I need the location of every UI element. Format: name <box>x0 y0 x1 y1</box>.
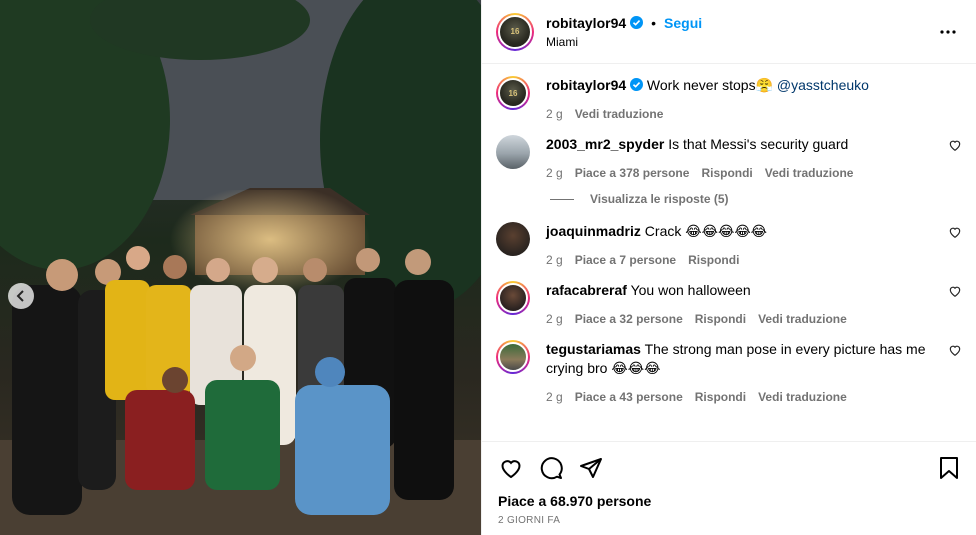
commenter-avatar[interactable] <box>496 222 530 256</box>
commenter-avatar[interactable] <box>496 135 530 169</box>
heart-icon <box>501 459 521 478</box>
comment-time[interactable]: 2 g <box>546 253 563 267</box>
comment-username[interactable]: 2003_mr2_spyder <box>546 136 664 152</box>
comment-likes[interactable]: Piace a 32 persone <box>575 312 683 326</box>
reply-button[interactable]: Rispondi <box>701 166 752 180</box>
follow-button[interactable]: Segui <box>664 15 702 31</box>
more-options-button[interactable] <box>936 20 960 44</box>
comment-time[interactable]: 2 g <box>546 312 563 326</box>
heart-icon[interactable] <box>948 284 962 298</box>
comment-time[interactable]: 2 g <box>546 390 563 404</box>
replies-line <box>550 198 574 200</box>
post-side-panel: 16 robitaylor94 • Segui Miami 16 robitay… <box>481 0 976 535</box>
comment-item: 2003_mr2_spyder Is that Messi's security… <box>496 135 962 180</box>
group-photo-illustration <box>0 0 481 535</box>
view-replies-label: Visualizza le risposte (5) <box>590 192 729 206</box>
heart-icon[interactable] <box>948 138 962 152</box>
comment-username[interactable]: tegustariamas <box>546 341 641 357</box>
bookmark-icon <box>940 456 958 479</box>
share-button[interactable] <box>578 455 604 481</box>
commenter-avatar[interactable] <box>496 340 530 374</box>
comment-item: tegustariamas The strong man pose in eve… <box>496 340 962 404</box>
comment-text: Is that Messi's security guard <box>668 136 849 152</box>
comment-likes[interactable]: Piace a 43 persone <box>575 390 683 404</box>
post-photo[interactable] <box>0 0 481 535</box>
more-options-icon <box>940 29 956 34</box>
likes-count[interactable]: Piace a 68.970 persone <box>482 493 976 515</box>
caption-avatar[interactable]: 16 <box>496 76 530 110</box>
post-actions-bar <box>482 441 976 493</box>
caption-time[interactable]: 2 g <box>546 107 563 121</box>
reply-button[interactable]: Rispondi <box>688 253 739 267</box>
translate-button[interactable]: Vedi traduzione <box>758 390 847 404</box>
reply-button[interactable]: Rispondi <box>695 312 746 326</box>
post-header: 16 robitaylor94 • Segui Miami <box>482 0 976 64</box>
verified-badge-icon <box>630 16 644 29</box>
save-button[interactable] <box>936 455 962 481</box>
author-avatar[interactable]: 16 <box>496 12 534 51</box>
caption-username[interactable]: robitaylor94 <box>546 77 626 93</box>
comment-likes[interactable]: Piace a 378 persone <box>575 166 690 180</box>
comment-username[interactable]: rafacabreraf <box>546 282 627 298</box>
caption-text: Work never stops😤 <box>646 77 774 93</box>
reply-button[interactable]: Rispondi <box>695 390 746 404</box>
separator-dot: • <box>651 14 657 31</box>
post-location[interactable]: Miami <box>546 35 936 49</box>
caption-mention[interactable]: @yasstcheuko <box>777 77 869 93</box>
caption-translate[interactable]: Vedi traduzione <box>575 107 664 121</box>
like-button[interactable] <box>498 455 524 481</box>
author-username[interactable]: robitaylor94 <box>546 15 626 31</box>
translate-button[interactable]: Vedi traduzione <box>765 166 854 180</box>
comment-text: You won halloween <box>630 282 751 298</box>
chevron-left-icon <box>16 290 24 302</box>
verified-badge-icon <box>630 78 644 91</box>
comment-likes[interactable]: Piace a 7 persone <box>575 253 676 267</box>
comment-item: rafacabreraf You won halloween 2 g Piace… <box>496 281 962 326</box>
comment-button[interactable] <box>538 455 564 481</box>
comment-text: Crack 😂😂😂😂😂 <box>644 223 768 239</box>
comments-list[interactable]: 16 robitaylor94 Work never stops😤 @yasst… <box>482 64 976 441</box>
caption: 16 robitaylor94 Work never stops😤 @yasst… <box>496 76 962 121</box>
comment-item: joaquinmadriz Crack 😂😂😂😂😂 2 g Piace a 7 … <box>496 222 962 267</box>
heart-icon[interactable] <box>948 225 962 239</box>
carousel-prev-button[interactable] <box>8 283 34 309</box>
comment-icon <box>540 456 563 479</box>
comment-time[interactable]: 2 g <box>546 166 563 180</box>
share-icon <box>580 457 602 478</box>
commenter-avatar[interactable] <box>496 281 530 315</box>
view-replies-button[interactable]: Visualizza le risposte (5) <box>550 192 962 206</box>
post-timestamp[interactable]: 2 GIORNI FA <box>482 515 976 535</box>
translate-button[interactable]: Vedi traduzione <box>758 312 847 326</box>
comment-username[interactable]: joaquinmadriz <box>546 223 641 239</box>
heart-icon[interactable] <box>948 343 962 357</box>
